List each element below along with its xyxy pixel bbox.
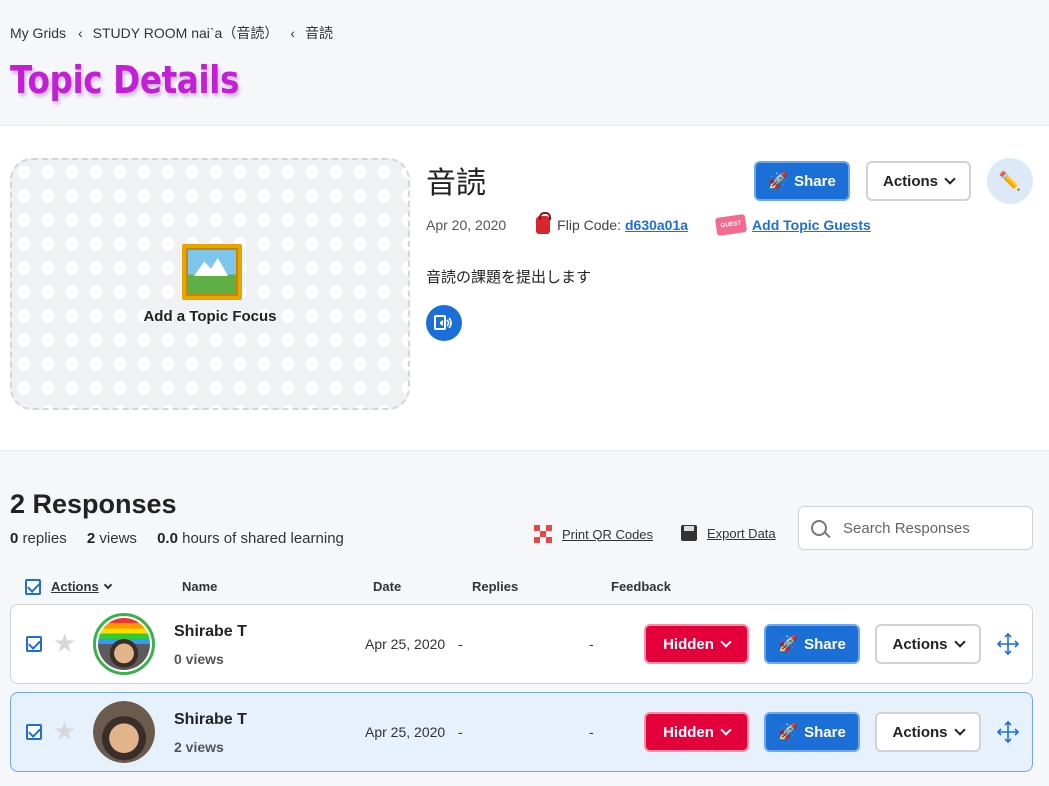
floppy-disk-icon: [681, 525, 697, 541]
actions-label: Actions: [882, 172, 938, 190]
chevron-down-icon: [944, 173, 956, 185]
qr-code-icon: [534, 525, 552, 543]
add-topic-guests-link[interactable]: Add Topic Guests: [752, 217, 871, 233]
select-all-checkbox[interactable]: [25, 579, 41, 595]
rocket-icon: 🚀: [768, 173, 789, 190]
search-responses-input[interactable]: [843, 519, 1023, 537]
flip-code-link[interactable]: d630a01a: [625, 217, 688, 233]
response-share-button[interactable]: 🚀 Share: [764, 624, 860, 664]
immersive-reader-icon: [434, 315, 452, 330]
rocket-icon: 🚀: [778, 724, 799, 741]
chevron-down-icon: [953, 724, 966, 736]
response-feedback: -: [589, 724, 594, 740]
avatar-image: [93, 701, 155, 763]
response-actions-button[interactable]: Actions: [875, 624, 981, 664]
share-label: Share: [804, 635, 846, 653]
bulk-actions-menu[interactable]: Actions: [51, 579, 112, 594]
response-author-name: Shirabe T: [174, 623, 247, 640]
export-data-link[interactable]: Export Data: [681, 525, 776, 541]
response-row[interactable]: ★ Shirabe T 2 views Apr 25, 2020 - - Hid…: [10, 692, 1033, 772]
column-header-name[interactable]: Name: [182, 579, 217, 594]
breadcrumb-my-grids[interactable]: My Grids: [10, 25, 66, 41]
topic-panel: Add a Topic Focus 音読 Apr 20, 2020 Flip C…: [0, 126, 1049, 451]
search-responses-box: [798, 506, 1033, 550]
topic-meta: Apr 20, 2020 Flip Code: d630a01a GUEST A…: [426, 212, 871, 237]
avatar-image: [98, 618, 150, 670]
picture-frame-icon: [182, 244, 242, 300]
chevron-left-icon: ‹: [78, 25, 83, 41]
visibility-hidden-button[interactable]: Hidden: [644, 624, 749, 664]
avatar[interactable]: [93, 613, 155, 675]
backpack-icon: [536, 212, 552, 234]
views-label: views: [99, 530, 137, 547]
column-header-feedback[interactable]: Feedback: [611, 579, 671, 594]
replies-label: replies: [22, 530, 67, 547]
chevron-down-icon: [953, 636, 966, 648]
response-row[interactable]: ★ Shirabe T 0 views Apr 25, 2020 - - Hid…: [10, 604, 1033, 684]
breadcrumb-grid[interactable]: STUDY ROOM nai`a（音読）: [93, 23, 279, 43]
export-label: Export Data: [707, 525, 776, 541]
actions-label: Actions: [892, 635, 948, 653]
column-header-replies[interactable]: Replies: [472, 579, 518, 594]
row-checkbox[interactable]: [26, 636, 42, 652]
pencil-icon: ✏️: [998, 170, 1022, 191]
edit-topic-button[interactable]: ✏️: [987, 158, 1033, 204]
breadcrumb: My Grids ‹ STUDY ROOM nai`a（音読） ‹ 音読: [10, 23, 333, 43]
response-replies: -: [458, 724, 463, 740]
topic-description: 音読の課題を提出します: [426, 269, 592, 286]
topbar: My Grids ‹ STUDY ROOM nai`a（音読） ‹ 音読 Top…: [0, 0, 1049, 126]
chevron-down-icon: [103, 580, 112, 589]
topic-share-button[interactable]: 🚀 Share: [754, 161, 850, 201]
print-qr-label: Print QR Codes: [562, 526, 654, 542]
response-views: 0 views: [174, 651, 224, 667]
guest-ticket-icon: GUEST: [714, 213, 748, 237]
topic-focus-dropzone[interactable]: Add a Topic Focus: [10, 158, 410, 410]
rocket-icon: 🚀: [778, 636, 799, 653]
print-qr-codes-link[interactable]: Print QR Codes: [534, 525, 653, 543]
responses-title: 2 Responses: [10, 489, 177, 519]
bulk-actions-label: Actions: [51, 579, 99, 594]
responses-stats: 0 replies 2 views 0.0 hours of shared le…: [10, 530, 344, 547]
move-drag-icon[interactable]: [997, 633, 1019, 655]
add-topic-focus-label: Add a Topic Focus: [143, 308, 277, 325]
search-icon: [811, 520, 827, 536]
replies-count: 0: [10, 530, 19, 547]
row-checkbox[interactable]: [26, 724, 42, 740]
breadcrumb-topic[interactable]: 音読: [305, 23, 333, 43]
response-views: 2 views: [174, 739, 224, 755]
response-date: Apr 25, 2020: [365, 636, 446, 652]
topic-title: 音読: [426, 167, 486, 200]
response-author-name: Shirabe T: [174, 711, 247, 728]
share-label: Share: [804, 723, 846, 741]
visibility-hidden-button[interactable]: Hidden: [644, 712, 749, 752]
response-actions-button[interactable]: Actions: [875, 712, 981, 752]
hours-count: 0.0: [157, 530, 178, 547]
page-title: Topic Details: [10, 58, 239, 102]
hidden-label: Hidden: [663, 635, 714, 653]
chevron-left-icon: ‹: [290, 25, 296, 41]
response-date: Apr 25, 2020: [365, 724, 446, 740]
topic-actions-button[interactable]: Actions: [866, 161, 971, 201]
move-drag-icon[interactable]: [997, 721, 1019, 743]
chevron-down-icon: [720, 724, 732, 736]
avatar[interactable]: [93, 701, 155, 763]
actions-label: Actions: [892, 723, 948, 741]
flip-code-label: Flip Code:: [557, 217, 621, 233]
immersive-reader-button[interactable]: [426, 305, 462, 341]
responses-section: 2 Responses 0 replies 2 views 0.0 hours …: [0, 451, 1049, 786]
share-label: Share: [794, 172, 836, 190]
response-share-button[interactable]: 🚀 Share: [764, 712, 860, 752]
views-count: 2: [86, 530, 96, 547]
star-icon[interactable]: ★: [53, 718, 76, 744]
hidden-label: Hidden: [663, 723, 714, 741]
response-replies: -: [458, 636, 463, 652]
chevron-down-icon: [720, 636, 732, 648]
hours-label: hours of shared learning: [182, 530, 344, 547]
topic-date: Apr 20, 2020: [426, 217, 507, 233]
column-header-date[interactable]: Date: [373, 579, 401, 594]
response-feedback: -: [589, 636, 594, 652]
star-icon[interactable]: ★: [53, 630, 76, 656]
